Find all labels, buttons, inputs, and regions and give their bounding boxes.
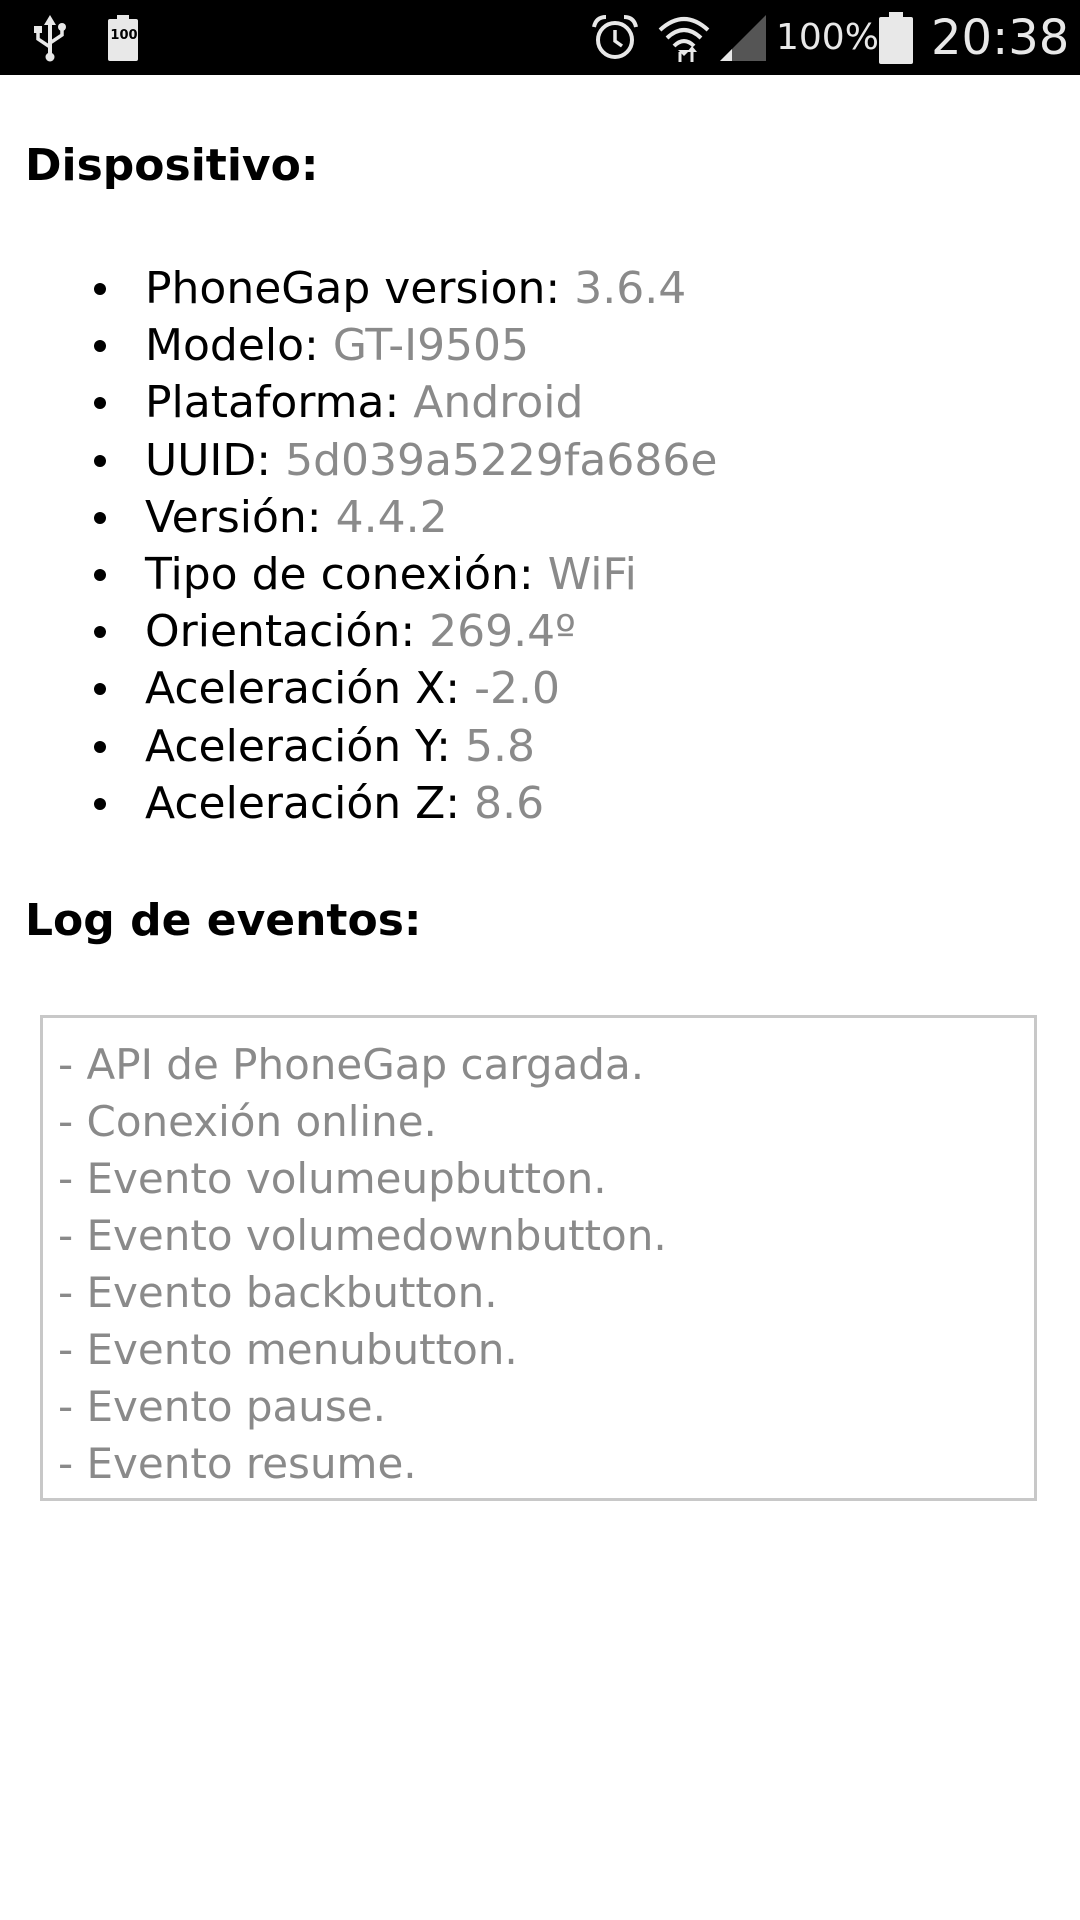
info-label: PhoneGap version: (145, 263, 575, 314)
info-value: WiFi (547, 548, 637, 600)
log-heading: Log de eventos: (25, 895, 422, 946)
bullet-icon (94, 740, 106, 753)
log-entry: - Evento volumeupbutton. (58, 1154, 607, 1203)
bullet-icon (94, 397, 106, 410)
info-label: Aceleración Y: (145, 720, 465, 772)
list-item: UUID: 5d039a5229fa686e (0, 432, 1080, 489)
battery-percent: 100% (776, 17, 879, 58)
bullet-icon (94, 283, 106, 295)
info-value: Android (413, 377, 584, 429)
info-label: UUID: (145, 434, 286, 486)
list-item: Plataforma: Android (0, 374, 1080, 431)
info-value: 5d039a5229fa686e (285, 434, 718, 486)
wifi-icon (656, 0, 712, 75)
list-item: Aceleración X: -2.0 (0, 660, 1080, 717)
info-value: 5.8 (465, 720, 535, 772)
battery-icon (877, 0, 915, 75)
list-item: Aceleración Z: 8.6 (0, 775, 1080, 832)
log-entry: - Evento menubutton. (58, 1325, 518, 1374)
list-item: PhoneGap version: 3.6.4 (0, 260, 1080, 317)
list-item: Tipo de conexión: WiFi (0, 546, 1080, 603)
info-label: Aceleración Z: (145, 777, 475, 829)
log-entry: - Evento volumedownbutton. (58, 1211, 667, 1260)
device-heading: Dispositivo: (25, 140, 319, 191)
info-label: Versión: (145, 491, 336, 543)
info-label: Orientación: (145, 606, 430, 658)
clock-time: 20:38 (931, 9, 1070, 66)
battery-badge-text: 100 (110, 28, 138, 43)
info-label: Plataforma: (145, 377, 414, 429)
list-item: Modelo: GT-I9505 (0, 317, 1080, 374)
list-item: Orientación: 269.4º (0, 603, 1080, 660)
info-value: 269.4º (429, 606, 576, 658)
info-value: 8.6 (474, 777, 545, 829)
info-value: 4.4.2 (335, 491, 448, 543)
bullet-icon (94, 683, 106, 696)
info-label: Aceleración X: (145, 663, 475, 715)
list-item: Versión: 4.4.2 (0, 489, 1080, 546)
log-entry: - Evento backbutton. (58, 1268, 498, 1317)
log-entry: - Evento pause. (58, 1382, 386, 1431)
bullet-icon (94, 340, 106, 353)
list-item: Aceleración Y: 5.8 (0, 718, 1080, 775)
bullet-icon (94, 454, 106, 467)
signal-icon (718, 0, 768, 75)
bullet-icon (94, 568, 106, 581)
device-info-list: PhoneGap version: 3.6.4 Modelo: GT-I9505… (0, 260, 1080, 832)
info-label: Modelo: (145, 320, 333, 372)
alarm-icon (590, 0, 640, 75)
status-bar: 100 100% 20:38 (0, 0, 1080, 75)
info-value: 3.6.4 (574, 263, 687, 314)
battery-100-notification-icon: 100 (106, 0, 140, 75)
bullet-icon (94, 511, 106, 524)
bullet-icon (94, 626, 106, 639)
event-log-box[interactable]: - API de PhoneGap cargada. - Conexión on… (40, 1015, 1037, 1501)
info-label: Tipo de conexión: (145, 548, 548, 600)
info-value: GT-I9505 (332, 320, 530, 372)
usb-icon (30, 0, 70, 75)
log-entry: - API de PhoneGap cargada. (58, 1040, 645, 1089)
log-entry: - Evento resume. (58, 1439, 417, 1488)
log-entry: - Conexión online. (58, 1097, 437, 1146)
info-value: -2.0 (474, 663, 560, 715)
bullet-icon (94, 797, 106, 810)
